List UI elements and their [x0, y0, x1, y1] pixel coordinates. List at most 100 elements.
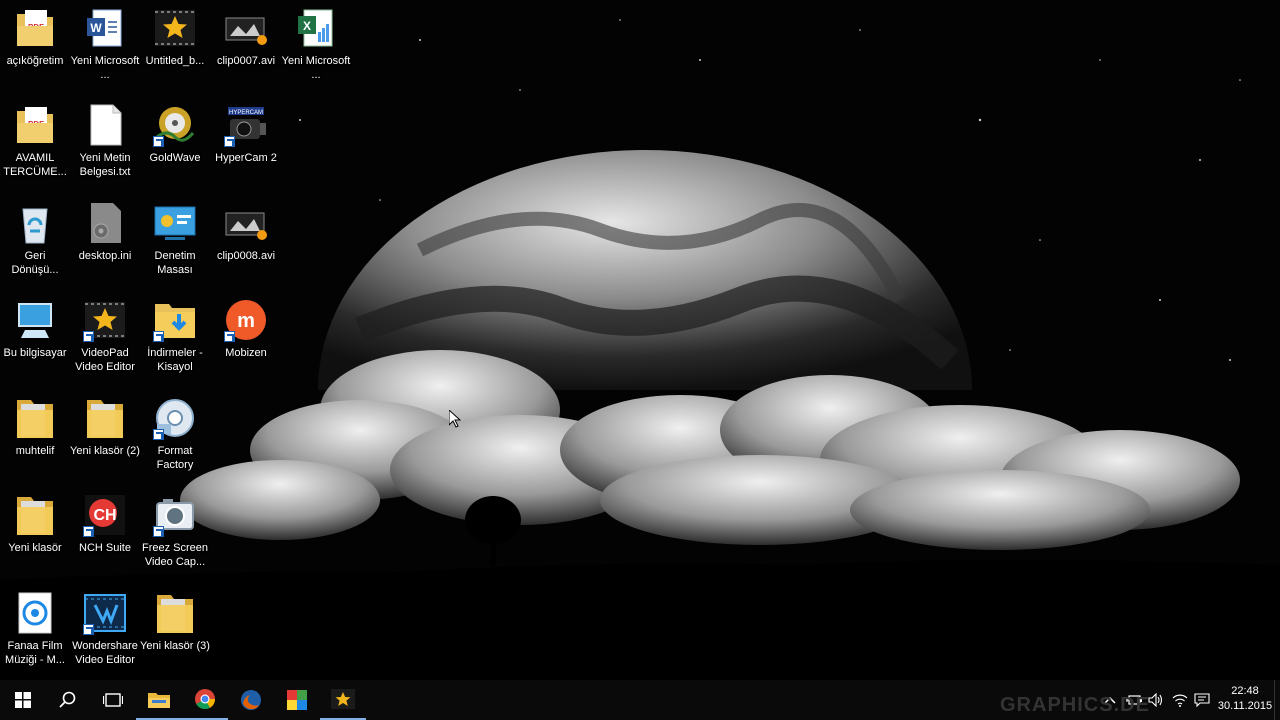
settings-file-icon	[83, 201, 127, 245]
shortcut-arrow-icon	[224, 136, 235, 147]
windows-start-icon	[15, 692, 31, 708]
desktop-icon-label: Freez Screen Video Cap...	[141, 542, 209, 568]
task-view-button[interactable]	[90, 680, 136, 720]
desktop-icon[interactable]: Yeni klasör (2)	[70, 390, 140, 482]
desktop-icon-label: Wondershare Video Editor	[72, 640, 138, 666]
pdf-folder-icon: PDF	[13, 6, 57, 50]
desktop-icon[interactable]: Format Factory	[140, 390, 210, 482]
folder-icon	[13, 493, 57, 537]
desktop-icon-label: Bu bilgisayar	[3, 347, 67, 359]
desktop-icon[interactable]: clip0008.avi	[211, 195, 281, 287]
desktop-icon[interactable]: W Yeni Microsoft ...	[70, 0, 140, 92]
desktop-icon[interactable]: PDF açıköğretim	[0, 0, 70, 92]
desktop-icon[interactable]: Denetim Masası	[140, 195, 210, 287]
svg-text:X: X	[303, 19, 311, 33]
shortcut-arrow-icon	[153, 429, 164, 440]
excel-document-icon: X	[294, 6, 338, 50]
desktop-icon-label: muhtelif	[15, 445, 55, 457]
desktop-icon-label: açıköğretim	[6, 55, 64, 67]
desktop-icon-label: NCH Suite	[79, 542, 131, 554]
svg-text:CH: CH	[93, 507, 116, 524]
video-file-icon	[224, 6, 268, 50]
hypercam-app-icon: HYPERCAM	[224, 103, 268, 147]
start-button[interactable]	[0, 680, 46, 720]
desktop-icon[interactable]: İndirmeler - Kisayol	[140, 292, 210, 384]
desktop-icon[interactable]: Yeni Metin Belgesi.txt	[70, 97, 140, 189]
notification-icon	[1194, 693, 1210, 707]
shortcut-arrow-icon	[153, 331, 164, 342]
wifi-icon	[1172, 694, 1188, 707]
desktop-icon[interactable]: desktop.ini	[70, 195, 140, 287]
mouse-cursor	[449, 410, 461, 428]
desktop-icon[interactable]: CH NCH Suite	[70, 487, 140, 579]
desktop-icon-label: Geri Dönüşü...	[11, 250, 59, 276]
firefox-icon	[241, 690, 261, 710]
text-file-icon	[83, 103, 127, 147]
desktop-icon[interactable]: Wondershare Video Editor	[70, 585, 140, 677]
firefox-button[interactable]	[228, 680, 274, 720]
goldwave-app-icon	[153, 103, 197, 147]
desktop-icon[interactable]: VideoPad Video Editor	[70, 292, 140, 384]
clock-date: 30.11.2015	[1217, 700, 1273, 712]
action-center-button[interactable]	[1192, 680, 1212, 720]
desktop-icon[interactable]: Fanaa Film Müziği - M...	[0, 585, 70, 677]
desktop-icon-label: desktop.ini	[78, 250, 132, 262]
desktop-icon-label: Format Factory	[156, 445, 194, 471]
desktop-icon[interactable]: Freez Screen Video Cap...	[140, 487, 210, 579]
desktop-icon-label: Mobizen	[225, 347, 267, 359]
svg-text:m: m	[237, 310, 255, 332]
desktop-icon[interactable]: muhtelif	[0, 390, 70, 482]
clock-time: 22:48	[1231, 685, 1259, 697]
control-panel-icon	[153, 201, 197, 245]
recycle-bin-icon	[13, 201, 57, 245]
desktop-icon-label: Denetim Masası	[154, 250, 196, 276]
desktop-icon[interactable]: Yeni klasör	[0, 487, 70, 579]
videopad-button[interactable]	[320, 680, 366, 720]
shortcut-arrow-icon	[83, 331, 94, 342]
file-explorer-button[interactable]	[136, 680, 182, 720]
file-explorer-icon	[148, 693, 170, 708]
paint-icon	[287, 690, 307, 710]
desktop-icon-label: Yeni Microsoft ...	[70, 55, 140, 81]
desktop-icon-label: Yeni Metin Belgesi.txt	[79, 152, 131, 178]
shortcut-arrow-icon	[153, 136, 164, 147]
desktop[interactable]: PDF açıköğretim W Yeni Microsoft ... Untitle…	[0, 0, 1280, 680]
shortcut-arrow-icon	[224, 331, 235, 342]
shortcut-arrow-icon	[153, 526, 164, 537]
desktop-icon[interactable]: X Yeni Microsoft ...	[281, 0, 351, 92]
desktop-icon-label: HyperCam 2	[215, 152, 277, 164]
desktop-icon[interactable]: Yeni klasör (3)	[140, 585, 210, 677]
volume-icon	[1148, 693, 1163, 707]
videopad-project-icon	[153, 6, 197, 50]
desktop-icon-label: Yeni Microsoft ...	[281, 55, 351, 81]
network-button[interactable]	[1170, 680, 1190, 720]
video-file-icon	[224, 201, 268, 245]
computer-icon	[13, 298, 57, 342]
folder-icon	[83, 396, 127, 440]
desktop-icon[interactable]: PDF AVAMIL TERCÜME...	[0, 97, 70, 189]
desktop-icon[interactable]: m Mobizen	[211, 292, 281, 384]
search-icon	[59, 691, 76, 708]
desktop-icon[interactable]: Bu bilgisayar	[0, 292, 70, 384]
desktop-icon[interactable]: Untitled_b...	[140, 0, 210, 92]
search-button[interactable]	[45, 680, 91, 720]
videopad-app-icon	[83, 298, 127, 342]
desktop-icon-label: clip0007.avi	[216, 55, 276, 67]
desktop-icon[interactable]: Geri Dönüşü...	[0, 195, 70, 287]
folder-icon	[153, 591, 197, 635]
folder-icon	[13, 396, 57, 440]
paint-button[interactable]	[274, 680, 320, 720]
show-desktop-button[interactable]	[1274, 680, 1280, 720]
desktop-icon-label: GoldWave	[149, 152, 201, 164]
desktop-icon[interactable]: GoldWave	[140, 97, 210, 189]
nch-suite-app-icon: CH	[83, 493, 127, 537]
task-view-icon	[103, 693, 123, 707]
desktop-icon[interactable]: HYPERCAM HyperCam 2	[211, 97, 281, 189]
downloads-folder-icon	[153, 298, 197, 342]
pdf-folder-icon: PDF	[13, 103, 57, 147]
desktop-icon[interactable]: clip0007.avi	[211, 0, 281, 92]
system-clock[interactable]: 22:48 30.11.2015	[1215, 684, 1275, 714]
format-factory-app-icon	[153, 396, 197, 440]
chrome-button[interactable]	[182, 680, 228, 720]
wallpaper-watermark: GRAPHICS.DE	[1000, 694, 1150, 716]
